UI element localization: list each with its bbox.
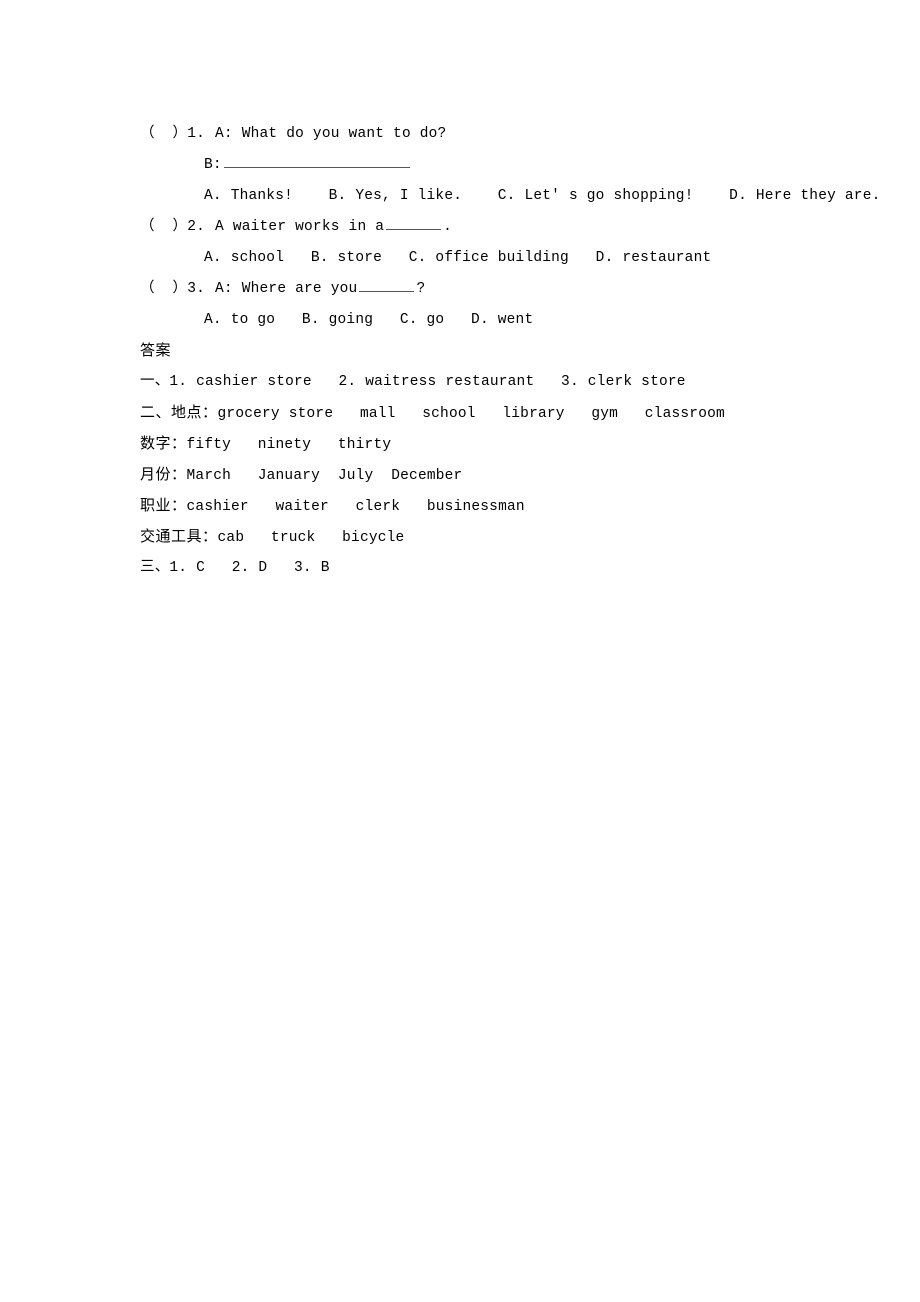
answers-category-values: grocery store mall school library gym cl… <box>217 406 725 422</box>
answers-category-label: 职业： <box>140 496 187 514</box>
worksheet-content: （ ）1. A: What do you want to do? B: A. Th… <box>140 118 880 583</box>
question-3-options: A. to go B. going C. go D. went <box>140 304 840 335</box>
answers-section-one: 一、1. cashier store 2. waitress restauran… <box>140 366 840 397</box>
question-3-stem-before: A: Where are you <box>215 281 358 297</box>
question-3-stem-after: ? <box>416 281 426 297</box>
question-2-marker: （ ）2. <box>140 219 206 235</box>
answers-category-label: 二、地点： <box>140 403 218 421</box>
question-2-blank[interactable] <box>386 215 442 230</box>
question-3-blank[interactable] <box>359 277 415 292</box>
question-1-answer-line: B: <box>140 149 840 180</box>
question-1-stem-line: （ ）1. A: What do you want to do? <box>140 118 840 149</box>
question-2-stem-line: （ ）2. A waiter works in a. <box>140 211 840 242</box>
answers-category-label: 数字： <box>140 434 187 452</box>
question-1-marker: （ ）1. <box>140 126 206 142</box>
answers-section-three-text: 三、1. C 2. D 3. B <box>140 560 330 576</box>
answers-category-row: 二、地点：grocery store mall school library g… <box>140 397 840 428</box>
question-3-marker: （ ）3. <box>140 281 206 297</box>
question-1-sub-prompt: B: <box>204 157 222 173</box>
question-2-options: A. school B. store C. office building D.… <box>140 242 840 273</box>
answers-category-values: cashier waiter clerk businessman <box>186 499 525 515</box>
question-2-stem-after: . <box>443 219 453 235</box>
question-1-stem: A: What do you want to do? <box>215 126 447 142</box>
answers-category-label: 交通工具： <box>140 527 218 545</box>
answers-category-row: 交通工具：cab truck bicycle <box>140 521 840 552</box>
question-1-options: A. Thanks! B. Yes, I like. C. Let' s go … <box>140 180 880 211</box>
question-3-options-text: A. to go B. going C. go D. went <box>204 312 534 328</box>
answers-category-row: 数字：fifty ninety thirty <box>140 428 840 459</box>
question-1-options-text: A. Thanks! B. Yes, I like. C. Let' s go … <box>204 188 881 204</box>
answers-category-values: cab truck bicycle <box>217 530 405 546</box>
question-1-blank[interactable] <box>223 153 410 168</box>
question-2-stem-before: A waiter works in a <box>215 219 385 235</box>
answers-section-one-text: 一、1. cashier store 2. waitress restauran… <box>140 374 686 390</box>
question-2-options-text: A. school B. store C. office building D.… <box>204 250 712 266</box>
answers-category-row: 月份：March January July December <box>140 459 840 490</box>
answers-category-row: 职业：cashier waiter clerk businessman <box>140 490 840 521</box>
answers-heading: 答案 <box>140 335 840 366</box>
answers-category-values: fifty ninety thirty <box>186 437 392 453</box>
question-3-stem-line: （ ）3. A: Where are you? <box>140 273 840 304</box>
answers-category-values: March January July December <box>186 468 463 484</box>
document-page: （ ）1. A: What do you want to do? B: A. Th… <box>0 0 920 1302</box>
answers-heading-text: 答案 <box>140 341 172 359</box>
answers-section-three: 三、1. C 2. D 3. B <box>140 552 840 583</box>
answers-category-label: 月份： <box>140 465 187 483</box>
